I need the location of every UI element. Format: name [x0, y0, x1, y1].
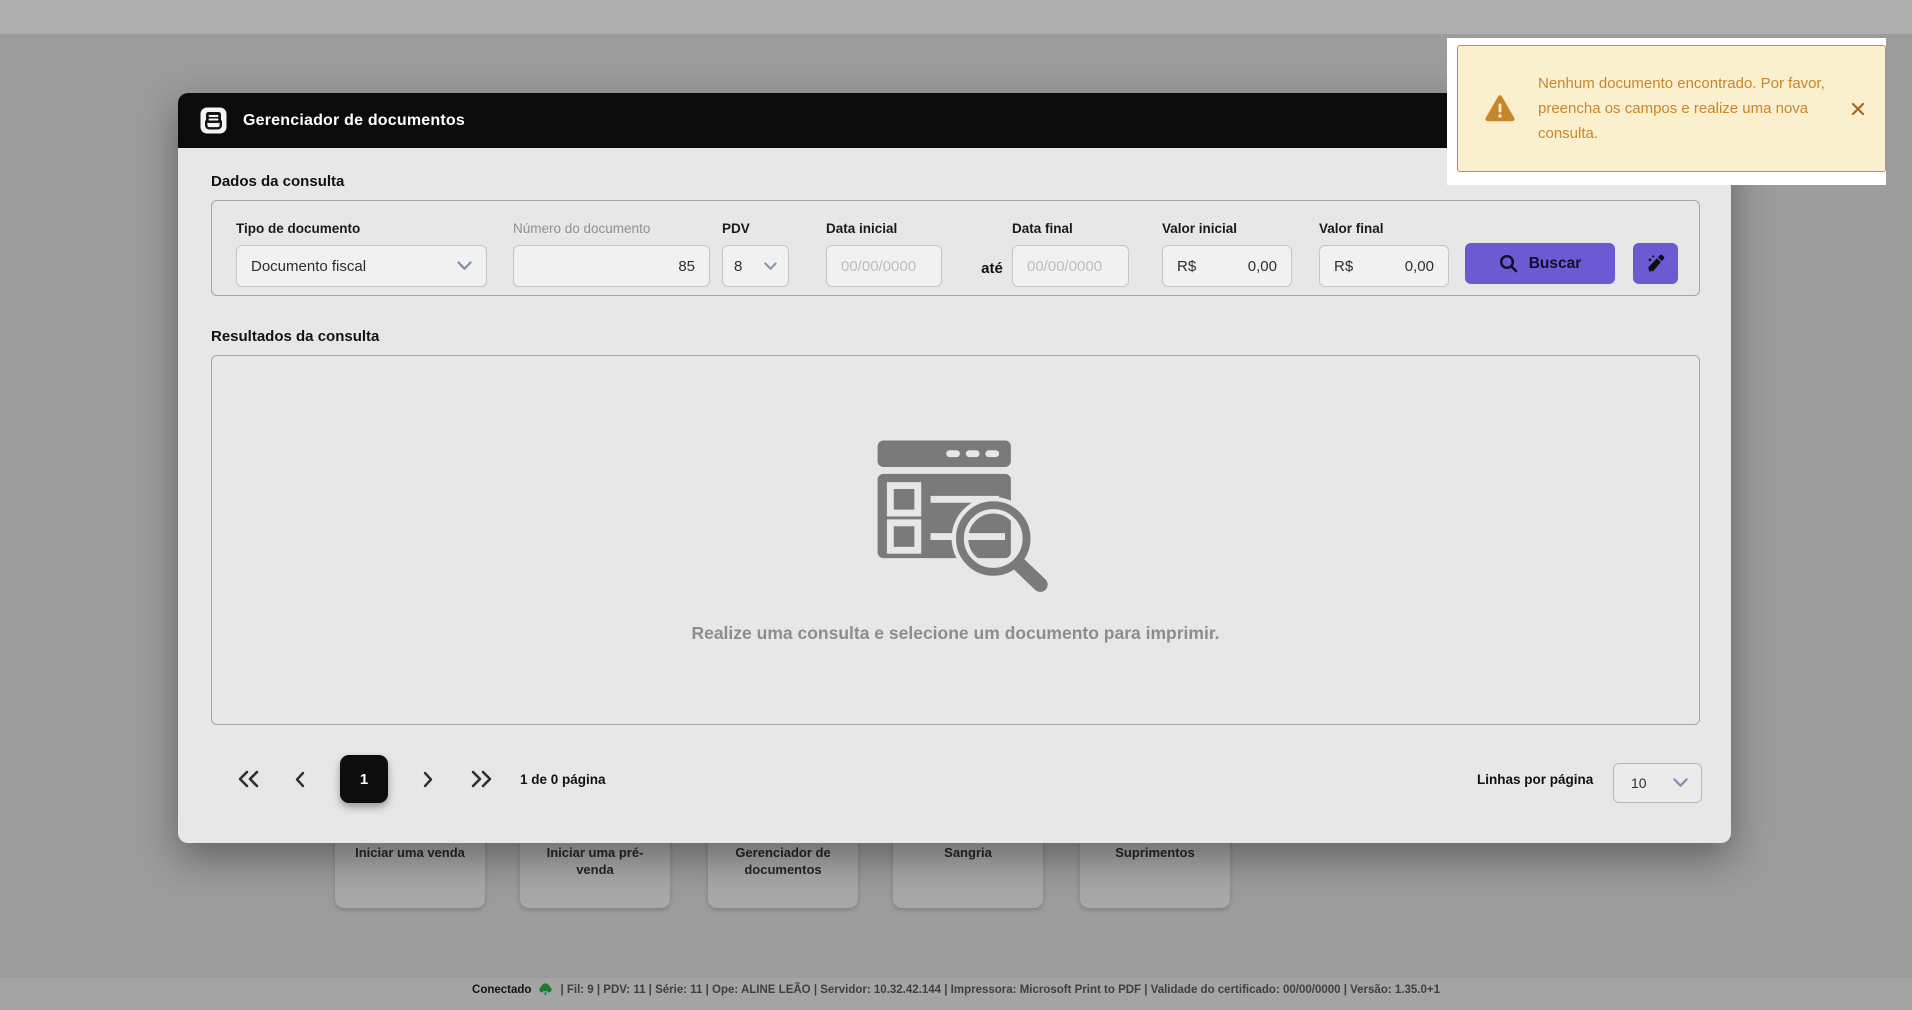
start-value-input[interactable]: R$ 0,00: [1162, 245, 1292, 287]
start-date-input[interactable]: [826, 245, 942, 287]
current-page-button[interactable]: 1: [340, 755, 388, 803]
last-page-button[interactable]: [466, 767, 496, 791]
pdv-label: PDV: [722, 221, 750, 236]
start-date-group: Data inicial: [826, 221, 942, 287]
search-icon: [1499, 254, 1518, 273]
toast-close-button[interactable]: [1847, 98, 1869, 120]
page-info: 1 de 0 página: [520, 772, 606, 787]
document-number-label: Número do documento: [513, 221, 651, 236]
rows-per-page-value: 10: [1631, 775, 1647, 791]
chevron-down-icon: [457, 261, 472, 271]
first-page-button[interactable]: [234, 767, 264, 791]
pdv-value: 8: [734, 257, 743, 275]
query-section-title: Dados da consulta: [211, 173, 345, 190]
rows-per-page-label: Linhas por página: [1477, 772, 1594, 787]
connection-tree-icon: [538, 982, 553, 997]
document-number-group: Número do documento: [513, 221, 710, 287]
currency-prefix: R$: [1334, 257, 1354, 275]
warning-toast: Nenhum documento encontrado. Por favor, …: [1457, 45, 1886, 172]
pdv-select[interactable]: 8: [722, 245, 789, 287]
start-value-amount: 0,00: [1247, 257, 1277, 275]
warning-triangle-icon: [1484, 94, 1516, 123]
end-date-input[interactable]: [1012, 245, 1129, 287]
toast-message: Nenhum documento encontrado. Por favor, …: [1538, 75, 1825, 142]
chevron-down-icon: [764, 261, 777, 271]
dialog-title: Gerenciador de documentos: [243, 111, 465, 129]
pdv-group: PDV 8: [722, 221, 789, 287]
end-value-label: Valor final: [1319, 221, 1384, 236]
document-type-group: Tipo de documento Documento fiscal: [236, 221, 487, 287]
background-top-band: [0, 0, 1912, 34]
document-manager-dialog: Gerenciador de documentos Dados da consu…: [178, 93, 1731, 843]
results-section-title: Resultados da consulta: [211, 328, 380, 345]
start-value-group: Valor inicial R$ 0,00: [1162, 221, 1292, 287]
status-details: | Fil: 9 | PDV: 11 | Série: 11 | Ope: AL…: [560, 983, 1440, 996]
toast-container: Nenhum documento encontrado. Por favor, …: [1447, 38, 1886, 185]
start-value-label: Valor inicial: [1162, 221, 1238, 236]
end-date-group: Data final: [1012, 221, 1129, 287]
next-page-button[interactable]: [418, 769, 438, 789]
document-type-value: Documento fiscal: [251, 257, 367, 275]
document-type-label: Tipo de documento: [236, 221, 361, 236]
end-value-amount: 0,00: [1404, 257, 1434, 275]
end-value-group: Valor final R$ 0,00: [1319, 221, 1449, 287]
document-manager-icon: [200, 107, 227, 134]
document-type-select[interactable]: Documento fiscal: [236, 245, 487, 287]
date-range-separator: até: [981, 260, 1003, 277]
previous-page-button[interactable]: [290, 769, 310, 789]
status-bar: Conectado | Fil: 9 | PDV: 11 | Série: 11…: [0, 982, 1912, 997]
broom-clean-icon: [1644, 252, 1667, 275]
currency-prefix: R$: [1177, 257, 1197, 275]
empty-results-icon: [858, 434, 1054, 599]
rows-per-page-select[interactable]: 10: [1613, 763, 1702, 803]
start-date-label: Data inicial: [826, 221, 898, 236]
screen: Iniciar uma venda Iniciar uma pré-venda …: [0, 0, 1912, 1010]
chevron-down-icon: [1673, 778, 1688, 788]
query-form: Tipo de documento Documento fiscal Númer…: [211, 200, 1700, 296]
search-button-label: Buscar: [1528, 254, 1582, 272]
search-button[interactable]: Buscar: [1465, 243, 1615, 284]
clear-filters-button[interactable]: [1633, 243, 1678, 284]
empty-results-message: Realize uma consulta e selecione um docu…: [691, 623, 1220, 643]
end-value-input[interactable]: R$ 0,00: [1319, 245, 1449, 287]
document-number-input[interactable]: [513, 245, 710, 287]
connected-label: Conectado: [472, 983, 532, 996]
end-date-label: Data final: [1012, 221, 1073, 236]
results-panel: Realize uma consulta e selecione um docu…: [211, 355, 1700, 725]
